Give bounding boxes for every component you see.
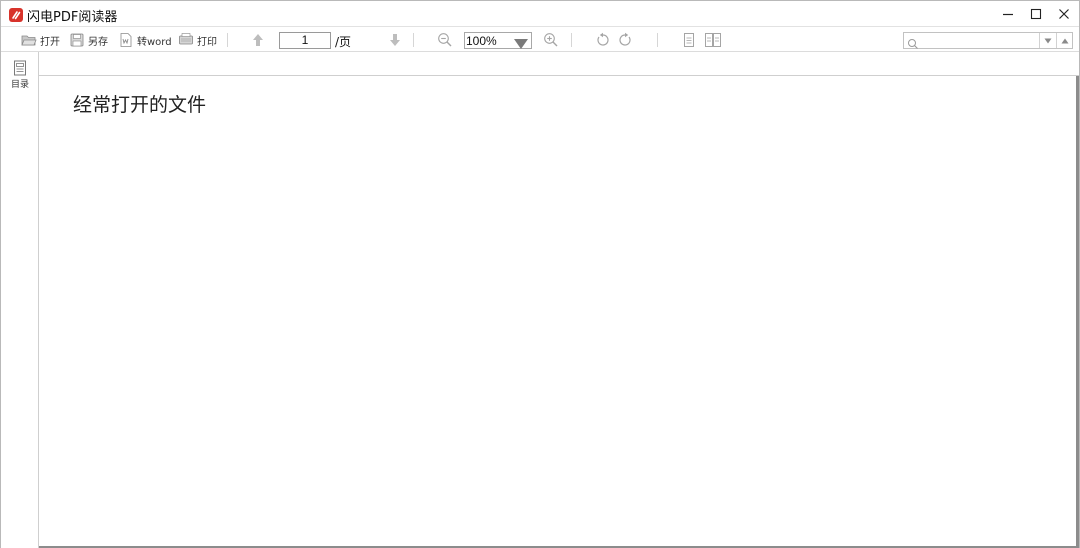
- chevron-down-icon: [1044, 38, 1051, 43]
- maximize-icon: [1030, 8, 1042, 20]
- zoom-in-icon: [544, 33, 558, 47]
- toolbar-divider: [227, 33, 228, 47]
- maximize-button[interactable]: [1022, 1, 1050, 27]
- toolbar-divider: [571, 33, 572, 47]
- arrow-up-icon: [253, 34, 263, 46]
- rotate-right-icon: [619, 32, 631, 46]
- print-button[interactable]: 打印: [178, 31, 217, 49]
- app-window: 闪电PDF阅读器 打开 另存 转word 打印 1 /页 100% 目录 经常打…: [0, 0, 1080, 548]
- search-options-button[interactable]: [1039, 33, 1055, 48]
- table-of-contents-icon: [14, 60, 26, 76]
- save-as-button[interactable]: 另存: [69, 31, 108, 49]
- close-icon: [1059, 9, 1069, 19]
- table-of-contents-button[interactable]: 目录: [6, 60, 34, 92]
- previous-page-button[interactable]: [249, 31, 267, 49]
- toolbar-divider: [413, 33, 414, 47]
- chevron-up-icon: [1061, 38, 1068, 43]
- app-logo-icon: [9, 8, 23, 22]
- search-box[interactable]: [903, 32, 1073, 49]
- app-title: 闪电PDF阅读器: [27, 10, 118, 25]
- convert-to-word-button[interactable]: 转word: [118, 31, 172, 49]
- rotate-left-button[interactable]: [594, 31, 612, 49]
- page-shadow-right: [1076, 76, 1079, 548]
- zoom-in-button[interactable]: [542, 31, 560, 49]
- arrow-down-icon: [390, 34, 400, 46]
- save-icon: [69, 32, 85, 48]
- double-page-icon: [705, 33, 721, 47]
- left-sidebar: 目录: [1, 52, 39, 548]
- search-previous-button[interactable]: [1056, 33, 1072, 48]
- zoom-level-value: 100%: [466, 34, 497, 48]
- convert-to-word-label: 转word: [137, 36, 172, 48]
- next-page-button[interactable]: [386, 31, 404, 49]
- folder-open-icon: [21, 32, 37, 48]
- document-area: 经常打开的文件: [39, 76, 1079, 548]
- minimize-button[interactable]: [994, 1, 1022, 27]
- close-button[interactable]: [1050, 1, 1078, 27]
- save-as-label: 另存: [88, 36, 108, 48]
- tab-strip: [39, 52, 1079, 76]
- single-page-icon: [684, 33, 694, 47]
- rotate-right-button[interactable]: [616, 31, 634, 49]
- double-page-view-button[interactable]: [704, 31, 722, 49]
- print-label: 打印: [197, 36, 217, 48]
- page-number-input[interactable]: 1: [279, 32, 331, 49]
- table-of-contents-label: 目录: [10, 80, 29, 90]
- title-bar: 闪电PDF阅读器: [1, 1, 1079, 27]
- single-page-view-button[interactable]: [680, 31, 698, 49]
- zoom-out-icon: [438, 33, 452, 47]
- open-button[interactable]: 打开: [21, 31, 60, 49]
- printer-icon: [178, 32, 194, 48]
- toolbar-divider: [657, 33, 658, 47]
- zoom-out-button[interactable]: [436, 31, 454, 49]
- rotate-left-icon: [597, 32, 609, 46]
- recent-files-heading: 经常打开的文件: [73, 94, 207, 116]
- minimize-icon: [1003, 13, 1013, 16]
- word-doc-icon: [118, 32, 134, 48]
- page-suffix-label: /页: [335, 35, 352, 49]
- zoom-level-select[interactable]: 100%: [464, 32, 532, 49]
- open-label: 打开: [40, 36, 60, 48]
